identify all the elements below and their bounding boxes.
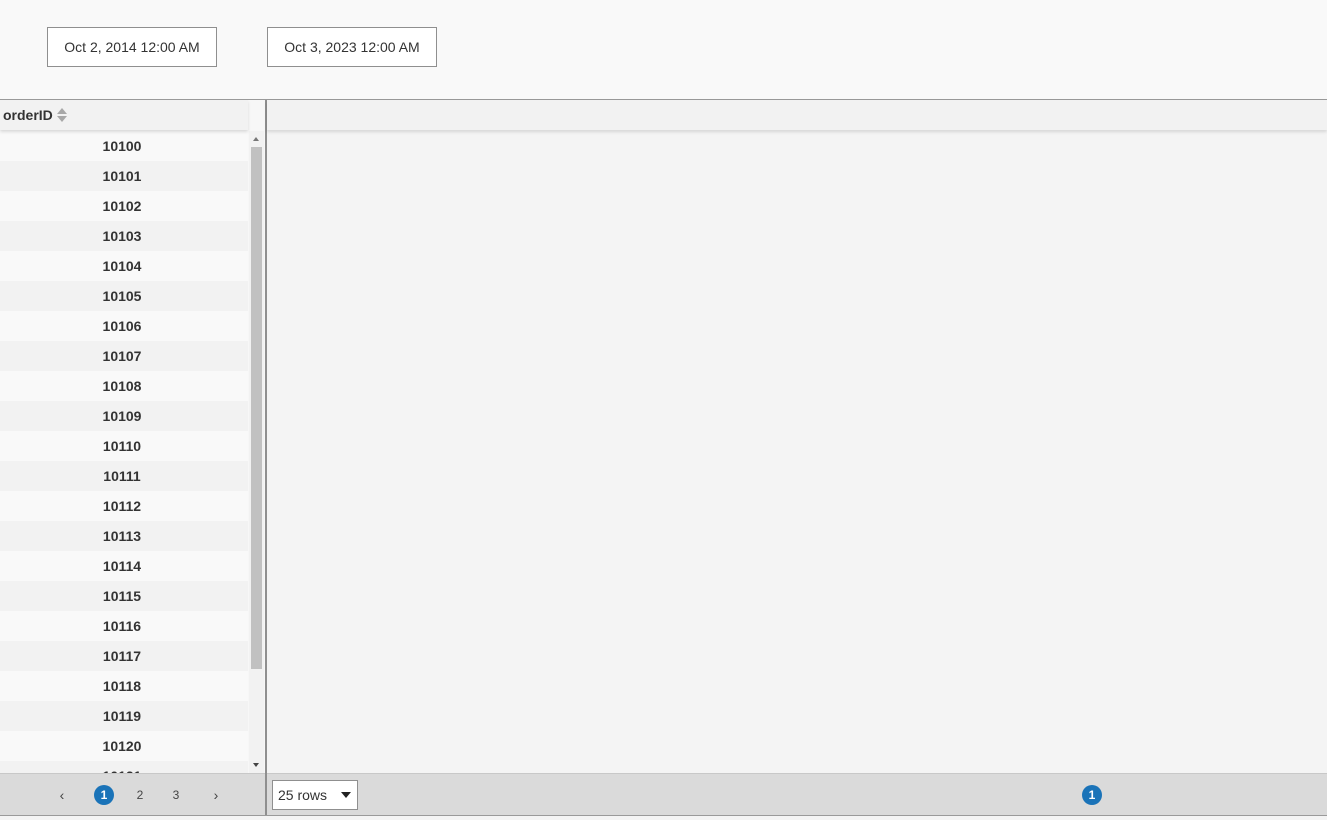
table-row[interactable]: 10118 [0,671,248,701]
start-date-picker[interactable]: Oct 2, 2014 12:00 AM [47,27,217,67]
scrollable-column-pane [267,100,1327,773]
scroll-up-icon[interactable] [253,137,259,141]
order-id-cell: 10117 [102,648,142,664]
table-row[interactable]: 10116 [0,611,248,641]
table-row[interactable]: 10112 [0,491,248,521]
footer-left: ‹ 1 2 3 › [0,773,265,816]
table-row[interactable]: 10108 [0,371,248,401]
page-indicator[interactable]: 1 [1082,785,1102,805]
order-id-cell: 10118 [102,678,142,694]
page-1-button[interactable]: 1 [94,785,114,805]
order-id-cell: 10100 [102,138,142,154]
chevron-left-icon[interactable]: ‹ [52,785,72,805]
table-row[interactable]: 10119 [0,701,248,731]
order-id-cell: 10107 [102,348,142,364]
pagination: ‹ 1 2 3 › [52,774,226,816]
order-id-cell: 10120 [102,738,142,754]
table-row[interactable]: 10121 [0,761,248,773]
rows-per-page-label: 25 rows [278,787,328,803]
table-row[interactable]: 10114 [0,551,248,581]
sort-icon[interactable] [56,107,67,123]
chevron-right-icon[interactable]: › [206,785,226,805]
table-body: 10100 10101 10102 10103 10104 10105 10106 10107… [0,131,248,773]
column-header-label: orderID [3,107,53,123]
footer-right: 25 rows 1 [267,773,1327,816]
table-row[interactable]: 10100 [0,131,248,161]
table-row[interactable]: 10105 [0,281,248,311]
order-id-cell: 10116 [102,618,142,634]
order-id-cell: 10113 [102,528,142,544]
table-row[interactable]: 10102 [0,191,248,221]
date-filter-bar: Oct 2, 2014 12:00 AM Oct 3, 2023 12:00 A… [0,0,1327,100]
order-id-cell: 10106 [102,318,142,334]
page-3-button[interactable]: 3 [166,785,186,805]
order-id-cell: 10114 [102,558,142,574]
table-row[interactable]: 10115 [0,581,248,611]
frozen-column-pane: orderID 10100 10101 10102 10103 10104 10105 10… [0,100,265,773]
chevron-down-icon [341,792,351,798]
order-id-cell: 10104 [102,258,142,274]
table-row[interactable]: 10111 [0,461,248,491]
order-id-cell: 10110 [102,438,142,454]
scroll-down-icon[interactable] [253,763,259,767]
divider [0,815,1327,816]
order-id-cell: 10111 [103,468,141,484]
table-row[interactable]: 10107 [0,341,248,371]
table-row[interactable]: 10101 [0,161,248,191]
order-id-cell: 10119 [102,708,142,724]
order-id-cell: 10103 [102,228,142,244]
column-header-orderid[interactable]: orderID [0,100,248,130]
order-id-cell: 10108 [102,378,142,394]
order-id-cell: 10112 [102,498,142,514]
order-id-cell: 10115 [102,588,142,604]
order-id-cell: 10105 [102,288,142,304]
scrollbar-thumb[interactable] [251,147,262,669]
table-row[interactable]: 10110 [0,431,248,461]
order-id-cell: 10109 [102,408,142,424]
vertical-scrollbar[interactable] [249,131,264,773]
order-id-cell: 10102 [102,198,142,214]
table-row[interactable]: 10106 [0,311,248,341]
rows-per-page-select[interactable]: 25 rows [272,780,358,810]
end-date-picker[interactable]: Oct 3, 2023 12:00 AM [267,27,437,67]
app-root: Oct 2, 2014 12:00 AM Oct 3, 2023 12:00 A… [0,0,1327,820]
table-row[interactable]: 10103 [0,221,248,251]
page-2-button[interactable]: 2 [130,785,150,805]
table-row[interactable]: 10104 [0,251,248,281]
right-column-header [267,100,1327,130]
table-row[interactable]: 10117 [0,641,248,671]
table-row[interactable]: 10113 [0,521,248,551]
table-row[interactable]: 10120 [0,731,248,761]
table-row[interactable]: 10109 [0,401,248,431]
order-id-cell: 10101 [102,168,142,184]
